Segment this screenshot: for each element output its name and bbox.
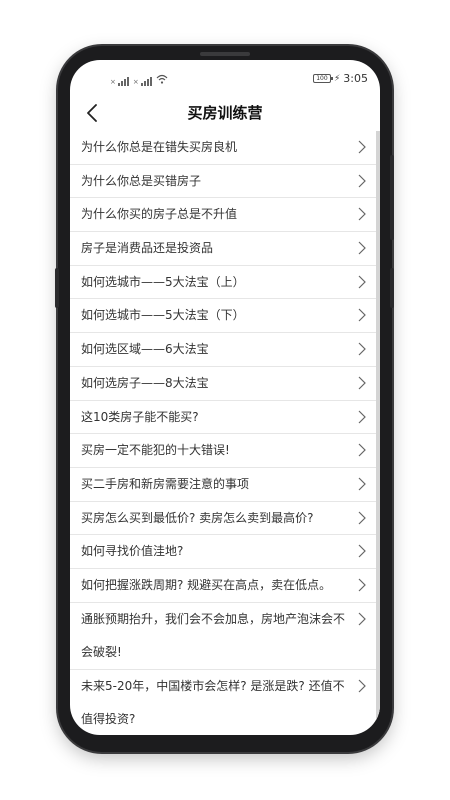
chevron-right-icon — [358, 174, 366, 188]
chevron-right-icon — [358, 410, 366, 423]
signal-icon-1: × — [110, 77, 129, 86]
list-item[interactable]: 如何寻找价值洼地? — [70, 535, 380, 569]
list-item[interactable]: 为什么你总是在错失买房良机 — [70, 131, 380, 165]
list-item-label: 如何选房子——8大法宝 — [81, 375, 209, 390]
chevron-right-icon — [358, 207, 366, 221]
lesson-list: 为什么你总是在错失买房良机 为什么你总是买错房子为什么你买的房子总是不升值 房子是消… — [70, 131, 380, 735]
page-title: 买房训练营 — [187, 104, 263, 122]
list-item[interactable]: 为什么你买的房子总是不升值 — [70, 198, 380, 233]
chevron-right-icon — [358, 342, 366, 356]
battery-icon: 100 — [312, 74, 333, 83]
chevron-right-icon — [358, 275, 366, 289]
bolt-icon: ⚡ — [333, 73, 341, 84]
chevron-right-icon — [358, 511, 366, 524]
list-item[interactable]: 房子是消费品还是投资品 — [70, 232, 380, 266]
list-item-label: 买房怎么买到最低价? 卖房怎么卖到最高价? — [81, 510, 314, 525]
side-key — [55, 268, 59, 308]
list-item[interactable]: 未来5-20年，中国楼市会怎样? 是涨是跌? 还值不值得投资? — [70, 670, 380, 735]
stage: × × 100 ⚡ 3:05 买房训练营 为什么你总是在错失买房良机 为什么你总… — [0, 0, 450, 800]
list-item[interactable]: 如何把握涨跌周期? 规避买在高点，卖在低点。 — [70, 569, 380, 603]
power-button — [390, 155, 394, 240]
chevron-right-icon — [358, 140, 366, 154]
title-bar: 买房训练营 — [70, 96, 380, 130]
status-right: 100 ⚡ 3:05 — [312, 72, 368, 85]
list-item-label: 如何寻找价值洼地? — [81, 544, 184, 559]
list-item-label: 如何选城市——5大法宝（上） — [81, 274, 245, 289]
list-item-label: 为什么你总是买错房子 — [81, 173, 202, 188]
chevron-right-icon — [358, 679, 366, 693]
list-item-label: 买二手房和新房需要注意的事项 — [81, 476, 250, 491]
list-item-label: 买房一定不能犯的十大错误! — [81, 443, 230, 458]
wifi-icon — [156, 74, 168, 86]
list-item[interactable]: 买房一定不能犯的十大错误! — [70, 434, 380, 468]
volume-button — [390, 268, 394, 308]
earpiece-speaker — [200, 52, 250, 56]
list-item-label: 如何选区域——6大法宝 — [81, 342, 209, 357]
status-time: 3:05 — [343, 72, 368, 85]
list-item-label: 如何把握涨跌周期? 规避买在高点，卖在低点。 — [81, 577, 332, 592]
list-item[interactable]: 如何选城市——5大法宝（上） — [70, 266, 380, 300]
scrollbar[interactable] — [376, 131, 380, 735]
chevron-right-icon — [358, 241, 366, 255]
status-left: × × — [110, 74, 168, 86]
app-screen: × × 100 ⚡ 3:05 买房训练营 为什么你总是在错失买房良机 为什么你总… — [70, 60, 380, 735]
list-item-label: 为什么你买的房子总是不升值 — [81, 207, 238, 222]
list-item-label: 房子是消费品还是投资品 — [81, 241, 214, 256]
list-item[interactable]: 买房怎么买到最低价? 卖房怎么卖到最高价? — [70, 502, 380, 536]
scrollbar-thumb[interactable] — [376, 131, 380, 735]
chevron-right-icon — [358, 309, 366, 322]
list-item[interactable]: 通胀预期抬升，我们会不会加息，房地产泡沫会不会破裂! — [70, 603, 380, 670]
chevron-right-icon — [358, 544, 366, 558]
signal-icon-2: × — [133, 77, 152, 86]
status-bar: × × 100 ⚡ 3:05 — [70, 60, 380, 90]
chevron-right-icon — [358, 443, 366, 457]
list-item[interactable]: 为什么你总是买错房子 — [70, 165, 380, 199]
chevron-right-icon — [358, 477, 366, 491]
list-item[interactable]: 这10类房子能不能买? — [70, 401, 380, 435]
chevron-right-icon — [358, 612, 366, 626]
list-item[interactable]: 如何选区域——6大法宝 — [70, 333, 380, 367]
list-item-label: 为什么你总是在错失买房良机 — [81, 140, 238, 154]
chevron-right-icon — [358, 578, 366, 592]
list-item-label: 这10类房子能不能买? — [81, 409, 199, 424]
list-item[interactable]: 买二手房和新房需要注意的事项 — [70, 468, 380, 502]
list-item-label: 通胀预期抬升，我们会不会加息，房地产泡沫会不会破裂! — [81, 611, 346, 659]
list-item-label: 未来5-20年，中国楼市会怎样? 是涨是跌? 还值不值得投资? — [81, 678, 345, 726]
list-item-label: 如何选城市——5大法宝（下） — [81, 308, 245, 323]
list-item[interactable]: 如何选房子——8大法宝 — [70, 367, 380, 401]
chevron-right-icon — [358, 376, 366, 390]
list-item[interactable]: 如何选城市——5大法宝（下） — [70, 299, 380, 334]
